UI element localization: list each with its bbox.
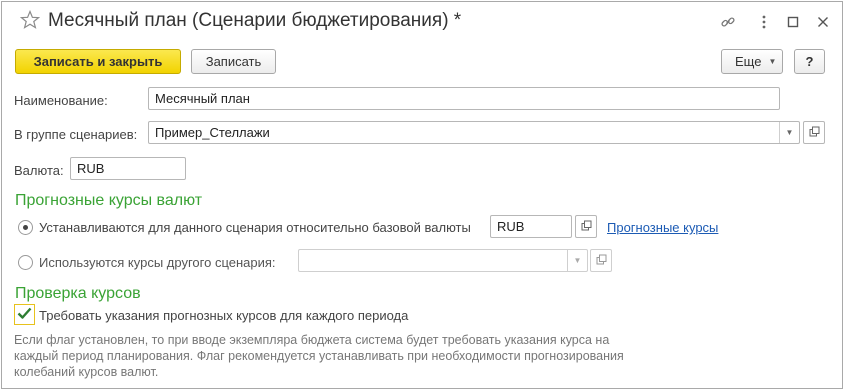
open-window-icon: [809, 125, 820, 140]
open-window-icon: [596, 253, 607, 268]
window-title: Месячный план (Сценарии бюджетирования) …: [48, 10, 462, 31]
forecast-option1-label[interactable]: Устанавливаются для данного сценария отн…: [39, 220, 471, 235]
dialog-window: Месячный план (Сценарии бюджетирования) …: [1, 1, 843, 389]
forecast-option2-radio[interactable]: [18, 255, 33, 270]
more-label: Еще: [735, 54, 762, 69]
chevron-down-icon[interactable]: ▼: [567, 250, 587, 271]
chevron-down-icon: ▼: [768, 57, 777, 66]
help-button[interactable]: ?: [794, 49, 825, 74]
forecast-rates-link[interactable]: Прогнозные курсы: [607, 220, 718, 235]
check-section-title: Проверка курсов: [15, 285, 141, 302]
checkmark-icon: [17, 307, 32, 323]
forecast-section-title: Прогнозные курсы валют: [15, 192, 203, 209]
open-group-button[interactable]: [803, 121, 825, 144]
chevron-down-icon[interactable]: ▼: [779, 122, 799, 143]
group-value: Пример_Стеллажи: [155, 125, 270, 140]
hint-line: Если флаг установлен, то при вводе экзем…: [14, 333, 610, 347]
open-currency-button[interactable]: [575, 215, 597, 238]
open-scenario-button[interactable]: [590, 249, 612, 272]
close-icon[interactable]: [815, 14, 831, 30]
link-icon[interactable]: [720, 14, 736, 30]
currency-label: Валюта:: [14, 163, 64, 178]
forecast-option1-radio[interactable]: [18, 220, 33, 235]
group-label: В группе сценариев:: [14, 127, 138, 142]
save-and-close-button[interactable]: Записать и закрыть: [15, 49, 181, 74]
hint-line: каждый период планирования. Флаг рекомен…: [14, 349, 624, 363]
check-hint-text: Если флаг установлен, то при вводе экзем…: [14, 332, 704, 380]
save-button[interactable]: Записать: [191, 49, 276, 74]
radio-dot: [23, 225, 28, 230]
maximize-icon[interactable]: [785, 14, 801, 30]
other-scenario-field[interactable]: ▼: [298, 249, 588, 272]
group-field[interactable]: Пример_Стеллажи ▼: [148, 121, 800, 144]
currency-field[interactable]: RUB: [70, 157, 186, 180]
star-icon[interactable]: [19, 9, 41, 30]
name-label: Наименование:: [14, 93, 108, 108]
forecast-option2-label[interactable]: Используются курсы другого сценария:: [39, 255, 276, 270]
more-vertical-icon[interactable]: [756, 14, 772, 30]
forecast-currency-field[interactable]: RUB: [490, 215, 572, 238]
more-button[interactable]: Еще ▼: [721, 49, 783, 74]
open-window-icon: [581, 219, 592, 234]
require-rates-label[interactable]: Требовать указания прогнозных курсов для…: [39, 308, 408, 323]
require-rates-checkbox[interactable]: [14, 304, 35, 325]
name-field[interactable]: Месячный план: [148, 87, 780, 110]
hint-line: колебаний курсов валют.: [14, 365, 159, 379]
